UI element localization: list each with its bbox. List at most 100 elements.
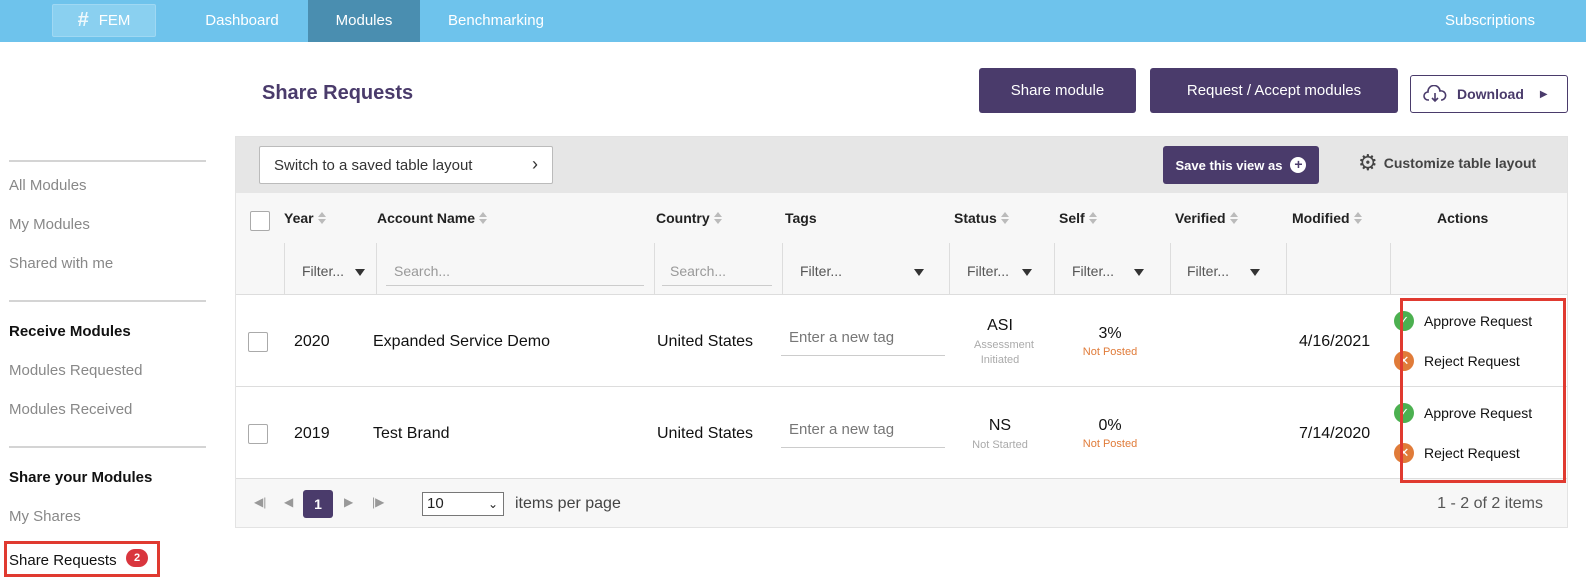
column-label: Verified [1175, 210, 1226, 226]
request-accept-modules-button[interactable]: Request / Accept modules [1150, 68, 1398, 113]
column-header-actions: Actions [1437, 210, 1488, 226]
modified-date-cell: 4/16/2021 [1299, 333, 1371, 350]
dropdown-arrow-icon [1134, 269, 1144, 276]
customize-label: Customize table layout [1383, 155, 1537, 171]
save-view-button[interactable]: Save this view as + [1163, 146, 1319, 184]
chevron-right-icon: › [532, 154, 538, 174]
modified-date-cell: 7/14/2020 [1299, 425, 1371, 442]
column-divider [782, 243, 783, 295]
select-all-checkbox[interactable] [250, 211, 270, 231]
year-cell: 2020 [294, 333, 330, 350]
column-label: Actions [1437, 210, 1489, 226]
column-header-self[interactable]: Self [1059, 210, 1097, 226]
column-label: Account Name [377, 210, 476, 226]
pagination-bar: ◀​| ◀ 1 ▶ |▶ 10 ⌄ items per page 1 - 2 o… [236, 479, 1567, 527]
column-label: Tags [785, 210, 817, 226]
first-page-icon[interactable]: ◀​| [254, 495, 266, 509]
column-header-country[interactable]: Country [656, 210, 722, 226]
download-label: Download [1457, 86, 1524, 102]
nav-tab-benchmarking[interactable]: Benchmarking [420, 0, 572, 42]
country-cell: United States [657, 333, 754, 350]
column-divider [949, 243, 950, 295]
prev-page-icon[interactable]: ◀ [284, 495, 293, 509]
tag-input[interactable]: Enter a new tag [781, 324, 945, 356]
status-description: Assessment Initiated [974, 339, 1034, 366]
column-label: Year [284, 210, 314, 226]
self-percent: 3% [1098, 325, 1122, 342]
column-header-tags: Tags [785, 210, 817, 226]
sidebar-item-modules-received[interactable]: Modules Received [9, 401, 132, 418]
sort-icon [1353, 211, 1362, 225]
self-status: Not Posted [1082, 438, 1138, 450]
sidebar-item-share-requests[interactable]: Share Requests [9, 552, 117, 569]
self-filter[interactable]: Filter... [1072, 263, 1114, 279]
hash-icon: # [77, 9, 89, 31]
sidebar-item-modules-requested[interactable]: Modules Requested [9, 362, 142, 379]
sidebar-heading-share: Share your Modules [9, 469, 153, 486]
pagination-summary: 1 - 2 of 2 items [1437, 495, 1543, 512]
column-header-modified[interactable]: Modified [1292, 210, 1362, 226]
brand-logo[interactable]: # FEM [52, 4, 156, 37]
table-row: 2019 Test Brand United States Enter a ne… [236, 387, 1567, 479]
country-search[interactable]: Search... [662, 256, 772, 286]
sidebar-item-my-shares[interactable]: My Shares [9, 508, 81, 525]
column-divider [284, 243, 285, 295]
share-requests-table: Switch to a saved table layout › Save th… [235, 136, 1568, 528]
row-checkbox[interactable] [248, 332, 268, 352]
items-per-page-label: items per page [515, 495, 621, 512]
caret-right-icon: ▶ [1539, 88, 1548, 100]
customize-table-button[interactable]: ⚙ Customize table layout [1358, 152, 1537, 174]
sidebar-item-all-modules[interactable]: All Modules [9, 177, 87, 194]
column-header-status[interactable]: Status [954, 210, 1009, 226]
sort-icon [713, 211, 722, 225]
column-header-verified[interactable]: Verified [1175, 210, 1238, 226]
dropdown-arrow-icon [1022, 269, 1032, 276]
table-header: Year Account Name Country Tags Status Se… [236, 193, 1567, 295]
last-page-icon[interactable]: |▶ [372, 495, 384, 509]
year-filter[interactable]: Filter... [302, 263, 344, 279]
cloud-download-icon [1423, 85, 1447, 103]
nav-tab-dashboard[interactable]: Dashboard [182, 0, 302, 42]
status-filter[interactable]: Filter... [967, 263, 1009, 279]
sidebar-item-shared-with-me[interactable]: Shared with me [9, 255, 113, 272]
sidebar-divider [9, 446, 206, 448]
country-cell: United States [657, 425, 754, 442]
account-name-search[interactable]: Search... [386, 256, 644, 286]
table-toolbar: Switch to a saved table layout › Save th… [236, 137, 1567, 193]
sort-icon [479, 211, 488, 225]
share-requests-count-badge: 2 [126, 549, 148, 567]
status-code: ASI [987, 317, 1013, 334]
account-name-cell: Expanded Service Demo [373, 333, 550, 350]
page-size-select[interactable]: 10 ⌄ [422, 492, 504, 516]
sort-icon [1229, 211, 1238, 225]
self-percent: 0% [1098, 417, 1122, 434]
column-label: Modified [1292, 210, 1350, 226]
plus-icon: + [1290, 157, 1307, 173]
tags-filter[interactable]: Filter... [800, 263, 842, 279]
column-label: Status [954, 210, 997, 226]
tag-input[interactable]: Enter a new tag [781, 416, 945, 448]
page-number-button[interactable]: 1 [303, 490, 333, 518]
nav-subscriptions[interactable]: Subscriptions [1420, 0, 1560, 42]
sidebar-divider [9, 300, 206, 302]
chevron-down-icon: ⌄ [487, 497, 498, 511]
page-size-value: 10 [427, 495, 444, 512]
column-header-account-name[interactable]: Account Name [377, 210, 488, 226]
nav-tab-modules[interactable]: Modules [308, 0, 420, 42]
saved-layout-dropdown[interactable]: Switch to a saved table layout › [259, 146, 553, 184]
status-code: NS [988, 417, 1012, 434]
page-title: Share Requests [262, 82, 414, 104]
column-divider [376, 243, 377, 295]
column-label: Country [656, 210, 710, 226]
sidebar-item-my-modules[interactable]: My Modules [9, 216, 90, 233]
sidebar-divider [9, 160, 206, 162]
column-header-year[interactable]: Year [284, 210, 326, 226]
row-checkbox[interactable] [248, 424, 268, 444]
share-module-button[interactable]: Share module [979, 68, 1136, 113]
next-page-icon[interactable]: ▶ [344, 495, 353, 509]
verified-filter[interactable]: Filter... [1187, 263, 1229, 279]
download-button[interactable]: Download ▶ [1410, 75, 1568, 113]
saved-layout-label: Switch to a saved table layout [274, 156, 473, 174]
column-label: Self [1059, 210, 1085, 226]
highlight-box [1400, 298, 1566, 483]
